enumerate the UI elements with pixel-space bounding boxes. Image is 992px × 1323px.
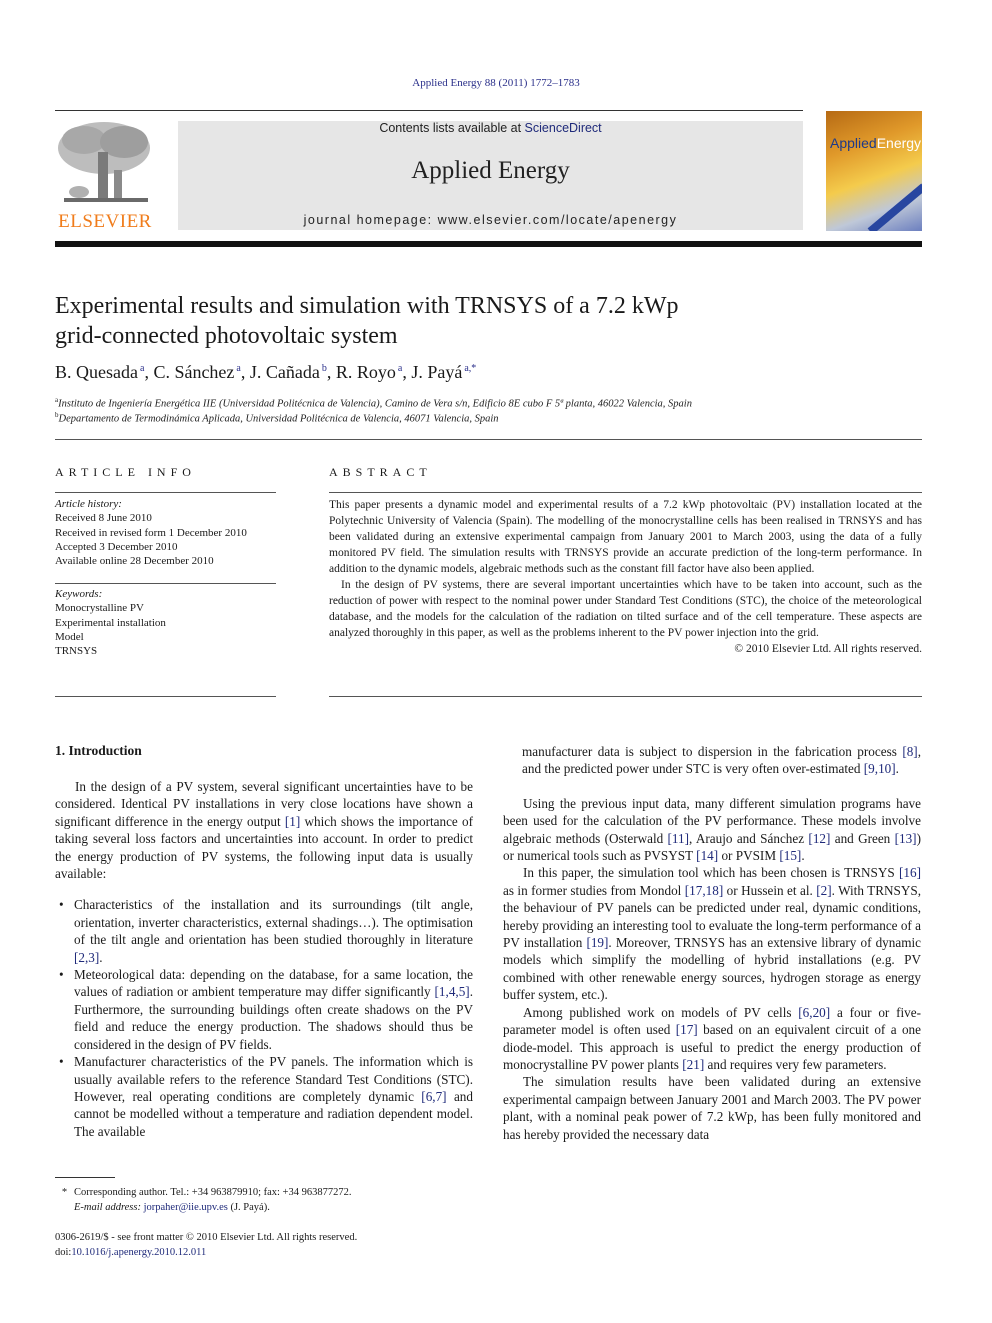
author[interactable]: J. Cañada bbox=[250, 362, 320, 382]
affiliation-mark[interactable]: a,* bbox=[464, 363, 476, 374]
abstract-copyright: © 2010 Elsevier Ltd. All rights reserved… bbox=[734, 643, 922, 655]
article-info-rule bbox=[55, 492, 276, 493]
keyword: Experimental installation bbox=[55, 616, 166, 629]
header-thick-rule bbox=[55, 241, 922, 247]
corresponding-author-footnote: * Corresponding author. Tel.: +34 9638799… bbox=[55, 1185, 352, 1215]
header-rule bbox=[55, 110, 803, 111]
cover-ribbon bbox=[867, 183, 922, 231]
abstract-heading: ABSTRACT bbox=[329, 465, 432, 479]
journal-title: Applied Energy bbox=[411, 157, 570, 184]
body-paragraph: Using the previous input data, many diff… bbox=[503, 795, 921, 864]
citation-link[interactable]: [9,10] bbox=[864, 761, 896, 776]
citation-link[interactable]: [2,3] bbox=[74, 950, 99, 965]
footnote-mark: * bbox=[61, 1187, 68, 1198]
citation-link[interactable]: [13] bbox=[895, 831, 917, 846]
article-history: Article history: Received 8 June 2010 Re… bbox=[55, 498, 247, 568]
input-data-list: Characteristics of the installation and … bbox=[55, 896, 473, 1140]
abstract-body: This paper presents a dynamic model and … bbox=[329, 497, 922, 657]
keywords-rule bbox=[55, 583, 276, 584]
citation-link[interactable]: [11] bbox=[668, 831, 689, 846]
list-item: Manufacturer characteristics of the PV p… bbox=[59, 1053, 473, 1140]
elsevier-tree-icon bbox=[58, 122, 150, 202]
body-paragraph: In the design of a PV system, several si… bbox=[55, 779, 473, 882]
body-left-column: In the design of a PV system, several si… bbox=[55, 778, 473, 1140]
citation-link[interactable]: [16] bbox=[899, 865, 921, 880]
citation-link[interactable]: [6,7] bbox=[421, 1089, 446, 1104]
author[interactable]: B. Quesada bbox=[55, 362, 138, 382]
journal-reference-link[interactable]: Applied Energy 88 (2011) 1772–1783 bbox=[0, 77, 992, 89]
body-right-column: manufacturer data is subject to dispersi… bbox=[503, 743, 921, 1143]
author[interactable]: C. Sánchez bbox=[153, 362, 234, 382]
affiliation-b: bDepartamento de Termodinámica Aplicada,… bbox=[55, 411, 499, 425]
abstract-rule bbox=[329, 492, 922, 493]
history-item: Received in revised form 1 December 2010 bbox=[55, 526, 247, 539]
citation-link[interactable]: [1,4,5] bbox=[435, 984, 470, 999]
abstract-bottom-rule bbox=[329, 696, 922, 697]
elsevier-wordmark: ELSEVIER bbox=[58, 211, 152, 232]
list-item-continuation: manufacturer data is subject to dispersi… bbox=[522, 744, 921, 777]
citation-link[interactable]: [8] bbox=[902, 744, 917, 759]
citation-link[interactable]: [19] bbox=[586, 935, 608, 950]
citation-link[interactable]: [15] bbox=[779, 848, 801, 863]
citation-link[interactable]: [14] bbox=[696, 848, 718, 863]
article-info-bottom-rule bbox=[55, 696, 276, 697]
issn-info: 0306-2619/$ - see front matter © 2010 El… bbox=[55, 1232, 358, 1258]
author[interactable]: R. Royo bbox=[336, 362, 396, 382]
section-rule bbox=[55, 439, 922, 440]
email-link[interactable]: jorpaher@iie.upv.es bbox=[144, 1202, 228, 1213]
keyword: Model bbox=[55, 630, 84, 643]
keyword: TRNSYS bbox=[55, 645, 98, 658]
contents-prefix: Contents lists available at bbox=[379, 121, 525, 135]
body-paragraph: In this paper, the simulation tool which… bbox=[503, 865, 922, 1003]
list-item: Meteorological data: depending on the da… bbox=[59, 966, 473, 1053]
keyword: Monocrystalline PV bbox=[55, 602, 144, 615]
citation-link[interactable]: [21] bbox=[682, 1057, 704, 1072]
footnote-rule bbox=[55, 1177, 115, 1178]
list-item: Characteristics of the installation and … bbox=[59, 896, 473, 966]
citation-link[interactable]: [6,20] bbox=[798, 1005, 830, 1020]
citation-link[interactable]: [12] bbox=[808, 831, 830, 846]
citation-link[interactable]: [1] bbox=[285, 814, 300, 829]
affiliation-mark[interactable]: a bbox=[236, 363, 240, 374]
abstract-paragraph: This paper presents a dynamic model and … bbox=[329, 499, 922, 575]
body-paragraph: The simulation results have been validat… bbox=[503, 1074, 921, 1142]
sciencedirect-link[interactable]: ScienceDirect bbox=[525, 121, 602, 135]
journal-homepage-link[interactable]: journal homepage: www.elsevier.com/locat… bbox=[178, 213, 803, 227]
section-heading-introduction: 1. Introduction bbox=[55, 743, 142, 758]
paper-title: Experimental results and simulation with… bbox=[55, 293, 679, 349]
keywords: Keywords: Monocrystalline PV Experimenta… bbox=[55, 588, 166, 658]
journal-cover-image[interactable]: AppliedEnergy bbox=[826, 111, 922, 231]
author-list: B. Quesada a, C. Sánchez a, J. Cañada b, R.… bbox=[55, 362, 477, 382]
contents-available-line: Contents lists available at ScienceDirec… bbox=[178, 121, 803, 135]
affiliation-mark[interactable]: b bbox=[322, 363, 327, 374]
citation-link[interactable]: [17] bbox=[676, 1022, 698, 1037]
body-paragraph: Among published work on models of PV cel… bbox=[503, 1004, 921, 1072]
doi-link[interactable]: 10.1016/j.apenergy.2010.12.011 bbox=[71, 1247, 206, 1258]
affiliation-a: aInstituto de Ingeniería Energética IIE … bbox=[55, 396, 692, 410]
history-item: Accepted 3 December 2010 bbox=[55, 540, 178, 553]
history-item: Received 8 June 2010 bbox=[55, 512, 152, 525]
affiliation-mark[interactable]: a bbox=[140, 363, 144, 374]
journal-banner: Contents lists available at ScienceDirec… bbox=[178, 121, 803, 230]
citation-link[interactable]: [2] bbox=[816, 883, 831, 898]
affiliation-mark[interactable]: a bbox=[398, 363, 402, 374]
citation-link[interactable]: [17,18] bbox=[685, 883, 723, 898]
elsevier-logo[interactable]: ELSEVIER bbox=[54, 118, 156, 233]
abstract-paragraph: In the design of PV systems, there are s… bbox=[329, 579, 922, 639]
author[interactable]: J. Payá bbox=[411, 362, 462, 382]
cover-title: AppliedEnergy bbox=[830, 135, 922, 151]
article-info-heading: ARTICLE INFO bbox=[55, 465, 196, 479]
history-item: Available online 28 December 2010 bbox=[55, 555, 214, 568]
